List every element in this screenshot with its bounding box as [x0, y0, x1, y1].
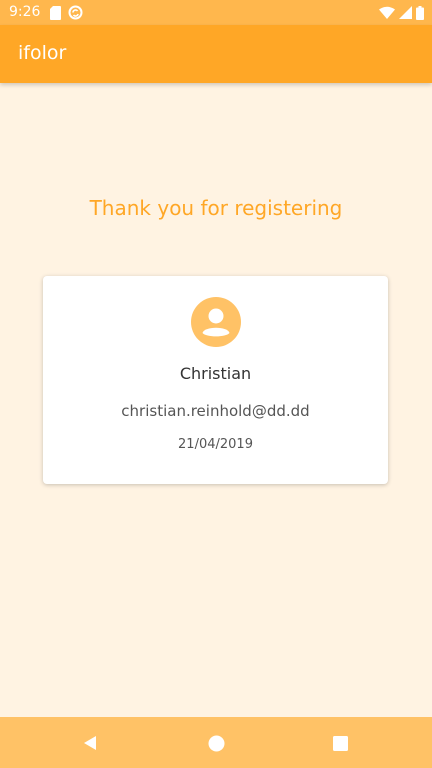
status-system-icons	[379, 5, 424, 20]
user-email: christian.reinhold@dd.dd	[121, 402, 310, 420]
user-card: Christian christian.reinhold@dd.dd 21/04…	[43, 276, 388, 484]
status-notification-icons	[50, 5, 83, 20]
recents-icon[interactable]	[329, 732, 351, 754]
navigation-bar	[0, 717, 432, 768]
home-icon[interactable]	[205, 732, 227, 754]
app-title: ifolor	[18, 42, 67, 64]
app-bar: ifolor	[0, 25, 432, 83]
sync-icon	[68, 5, 83, 20]
status-time: 9:26	[9, 4, 41, 20]
back-icon[interactable]	[79, 732, 101, 754]
wifi-icon	[379, 6, 395, 19]
user-name: Christian	[179, 364, 252, 383]
signal-icon	[399, 6, 412, 19]
status-bar: 9:26	[0, 0, 432, 25]
registration-message: Thank you for registering	[89, 196, 343, 220]
battery-icon	[416, 5, 424, 20]
account-circle-icon	[191, 297, 241, 347]
sd-card-icon	[50, 5, 61, 20]
registration-date: 21/04/2019	[178, 437, 253, 452]
